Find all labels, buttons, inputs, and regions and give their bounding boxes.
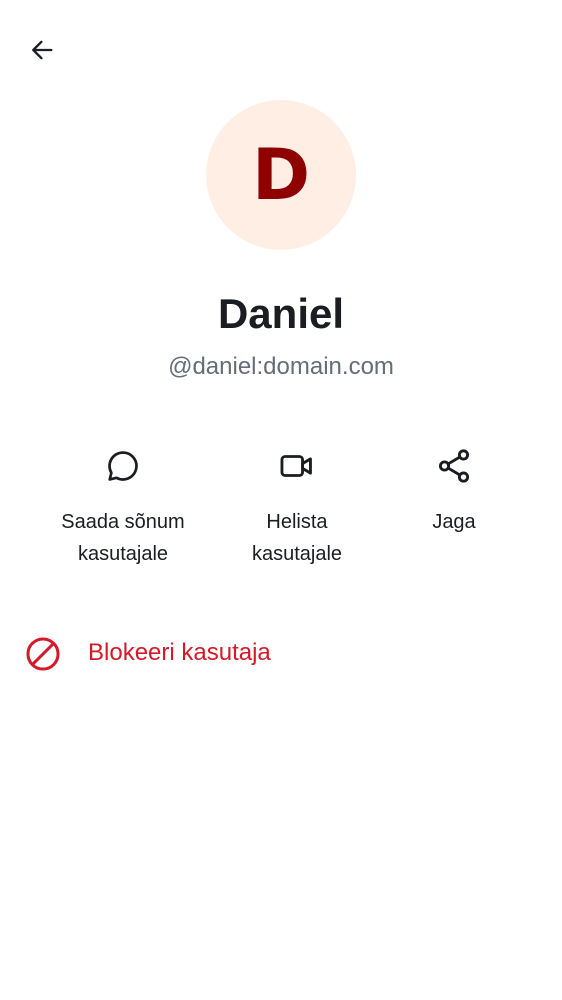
back-button[interactable] bbox=[20, 28, 64, 72]
call-button[interactable]: Helista kasutajale bbox=[218, 440, 376, 570]
share-icon bbox=[428, 440, 480, 492]
block-user-button[interactable]: Blokeeri kasutaja bbox=[0, 620, 562, 686]
chat-bubble-icon bbox=[97, 440, 149, 492]
video-call-icon bbox=[271, 440, 323, 492]
call-label: Helista kasutajale bbox=[251, 511, 343, 565]
avatar[interactable]: D bbox=[206, 100, 356, 250]
user-id: @daniel:domain.com bbox=[168, 353, 394, 380]
send-message-label: Saada sõnum kasutajale bbox=[61, 511, 185, 565]
avatar-initial: D bbox=[251, 134, 311, 216]
share-button[interactable]: Jaga bbox=[404, 440, 504, 538]
send-message-button[interactable]: Saada sõnum kasutajale bbox=[44, 440, 202, 570]
block-icon bbox=[26, 637, 60, 671]
block-user-label: Blokeeri kasutaja bbox=[88, 639, 271, 666]
back-arrow-icon bbox=[32, 40, 53, 60]
share-label: Jaga bbox=[432, 511, 476, 533]
display-name: Daniel bbox=[217, 290, 345, 337]
